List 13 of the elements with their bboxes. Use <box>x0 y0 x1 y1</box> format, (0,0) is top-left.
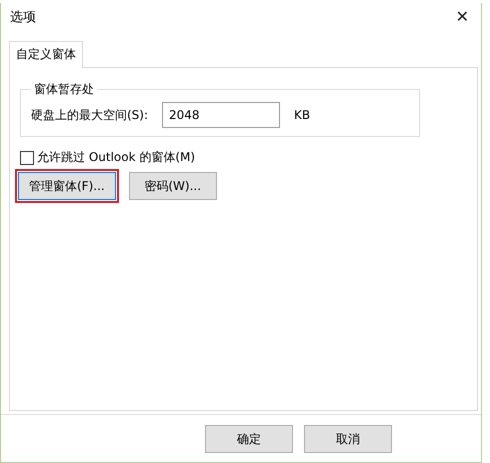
dialog-button[interactable]: 密码(W)... <box>128 172 217 200</box>
tab[interactable]: 自定义窗体 <box>9 41 83 68</box>
window-title: 选项 <box>10 8 36 26</box>
unit-label: KB <box>294 108 310 122</box>
close-button[interactable]: ✕ <box>452 7 473 26</box>
checkbox-label: 允许跳过 Outlook 的窗体(M) <box>37 149 196 166</box>
field-label: 硬盘上的最大空间(S): <box>31 106 148 124</box>
input-field[interactable]: 2048 <box>162 102 280 128</box>
checkbox[interactable] <box>20 150 34 164</box>
footer-button[interactable]: 取消 <box>304 425 392 453</box>
footer-button[interactable]: 确定 <box>205 425 293 453</box>
dialog-button[interactable]: 管理窗体(F)... <box>18 172 116 200</box>
group-title: 窗体暂存处 <box>33 81 95 98</box>
